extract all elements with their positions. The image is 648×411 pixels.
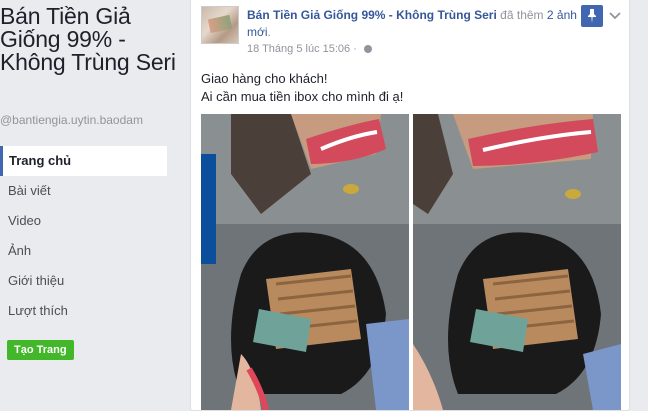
nav-item-likes[interactable]: Lượt thích [0,296,167,326]
post-photo-2[interactable] [413,114,621,410]
page-handle[interactable]: @bantiengia.uytin.baodam [0,113,143,127]
post-photos [201,114,621,410]
avatar-image [207,14,233,34]
pin-button[interactable] [581,5,603,27]
post-meta: 18 Tháng 5 lúc 15:06 · [247,43,372,55]
page-title[interactable]: Bán Tiền Giả Giống 99% - Không Trùng Ser… [0,5,176,74]
pin-icon [588,9,596,23]
post-message: Giao hàng cho khách! Ai cần mua tiền ibo… [201,70,403,106]
post-text-line-2: Ai cần mua tiền ibox cho mình đi ạ! [201,89,404,104]
page-nav: Trang chủ Bài viết Video Ảnh Giới thiệu … [0,146,167,326]
nav-item-about[interactable]: Giới thiệu [0,266,167,296]
post-options-button[interactable] [609,7,621,25]
post-timestamp[interactable]: 18 Tháng 5 lúc 15:06 [247,43,350,55]
chevron-down-icon [609,12,621,20]
post-header: Bán Tiền Giả Giống 99% - Không Trùng Ser… [247,8,577,39]
post-text-line-1: Giao hàng cho khách! [201,71,328,86]
post-author[interactable]: Bán Tiền Giả Giống 99% - Không Trùng Ser… [247,8,497,22]
post-action-text: thêm [516,8,544,22]
post-action-prefix: đã [500,8,514,22]
post-photo-1[interactable] [201,114,409,410]
post-card: Bán Tiền Giả Giống 99% - Không Trùng Ser… [190,0,630,411]
create-page-button[interactable]: Tạo Trang [7,340,74,360]
nav-item-home[interactable]: Trang chủ [0,146,167,176]
page-sidebar: Bán Tiền Giả Giống 99% - Không Trùng Ser… [0,0,176,410]
nav-item-photos[interactable]: Ảnh [0,236,167,266]
globe-icon[interactable] [363,45,372,54]
nav-item-videos[interactable]: Video [0,206,167,236]
nav-item-posts[interactable]: Bài viết [0,176,167,206]
avatar[interactable] [201,6,239,44]
